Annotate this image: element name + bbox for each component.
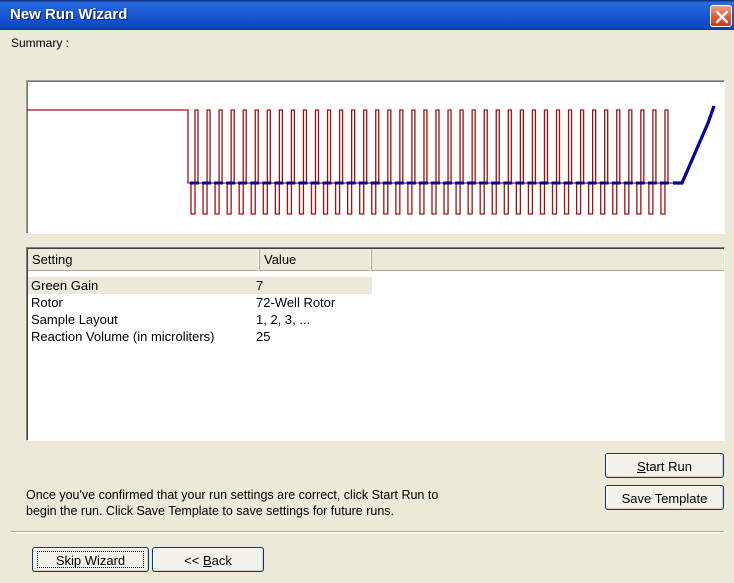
window-title: New Run Wizard bbox=[10, 6, 128, 23]
table-row[interactable]: Reaction Volume (in microliters) 25 bbox=[28, 328, 372, 345]
new-run-wizard-window: New Run Wizard Summary : Setting Value G… bbox=[0, 0, 734, 583]
separator bbox=[10, 531, 724, 533]
start-run-label-accel: S bbox=[637, 459, 646, 474]
back-label-post: ack bbox=[211, 553, 232, 568]
start-run-label-post: tart Run bbox=[645, 459, 692, 474]
value-cell: 72-Well Rotor bbox=[256, 295, 336, 310]
table-row[interactable]: Green Gain 7 bbox=[28, 277, 372, 294]
info-line-2: begin the run. Click Save Template to sa… bbox=[26, 504, 395, 518]
summary-label: Summary : bbox=[11, 36, 70, 50]
back-label-pre: << bbox=[184, 553, 203, 568]
info-line-1: Once you've confirmed that your run sett… bbox=[26, 488, 439, 502]
back-button[interactable]: << Back bbox=[152, 547, 264, 572]
table-row[interactable]: Rotor 72-Well Rotor bbox=[28, 294, 372, 311]
settings-table[interactable]: Setting Value Green Gain 7 Rotor 72-Well… bbox=[26, 247, 725, 441]
profile-graph bbox=[27, 105, 716, 215]
close-button[interactable] bbox=[710, 5, 732, 27]
value-cell: 25 bbox=[256, 329, 271, 344]
table-header: Setting Value bbox=[28, 249, 724, 271]
column-header-setting[interactable]: Setting bbox=[28, 249, 260, 271]
focus-indicator bbox=[37, 551, 144, 568]
skip-wizard-button[interactable]: Skip Wizard bbox=[32, 547, 149, 572]
column-header-value[interactable]: Value bbox=[260, 249, 372, 271]
title-bar[interactable]: New Run Wizard bbox=[0, 0, 734, 30]
back-label-accel: B bbox=[202, 553, 212, 568]
close-icon bbox=[715, 10, 729, 24]
melt-ramp bbox=[673, 105, 716, 185]
save-template-button[interactable]: Save Template bbox=[605, 485, 724, 510]
setting-cell: Sample Layout bbox=[31, 312, 118, 327]
table-row[interactable]: Sample Layout 1, 2, 3, ... bbox=[28, 311, 372, 328]
start-run-button[interactable]: Start Run bbox=[605, 453, 724, 478]
temperature-trace bbox=[27, 109, 673, 215]
value-cell: 1, 2, 3, ... bbox=[256, 312, 311, 327]
value-cell: 7 bbox=[256, 278, 264, 293]
temperature-profile-chart bbox=[26, 80, 725, 234]
setting-cell: Green Gain bbox=[31, 278, 99, 293]
setting-cell: Rotor bbox=[31, 295, 63, 310]
setting-cell: Reaction Volume (in microliters) bbox=[31, 329, 215, 344]
info-text: Once you've confirmed that your run sett… bbox=[26, 487, 586, 519]
